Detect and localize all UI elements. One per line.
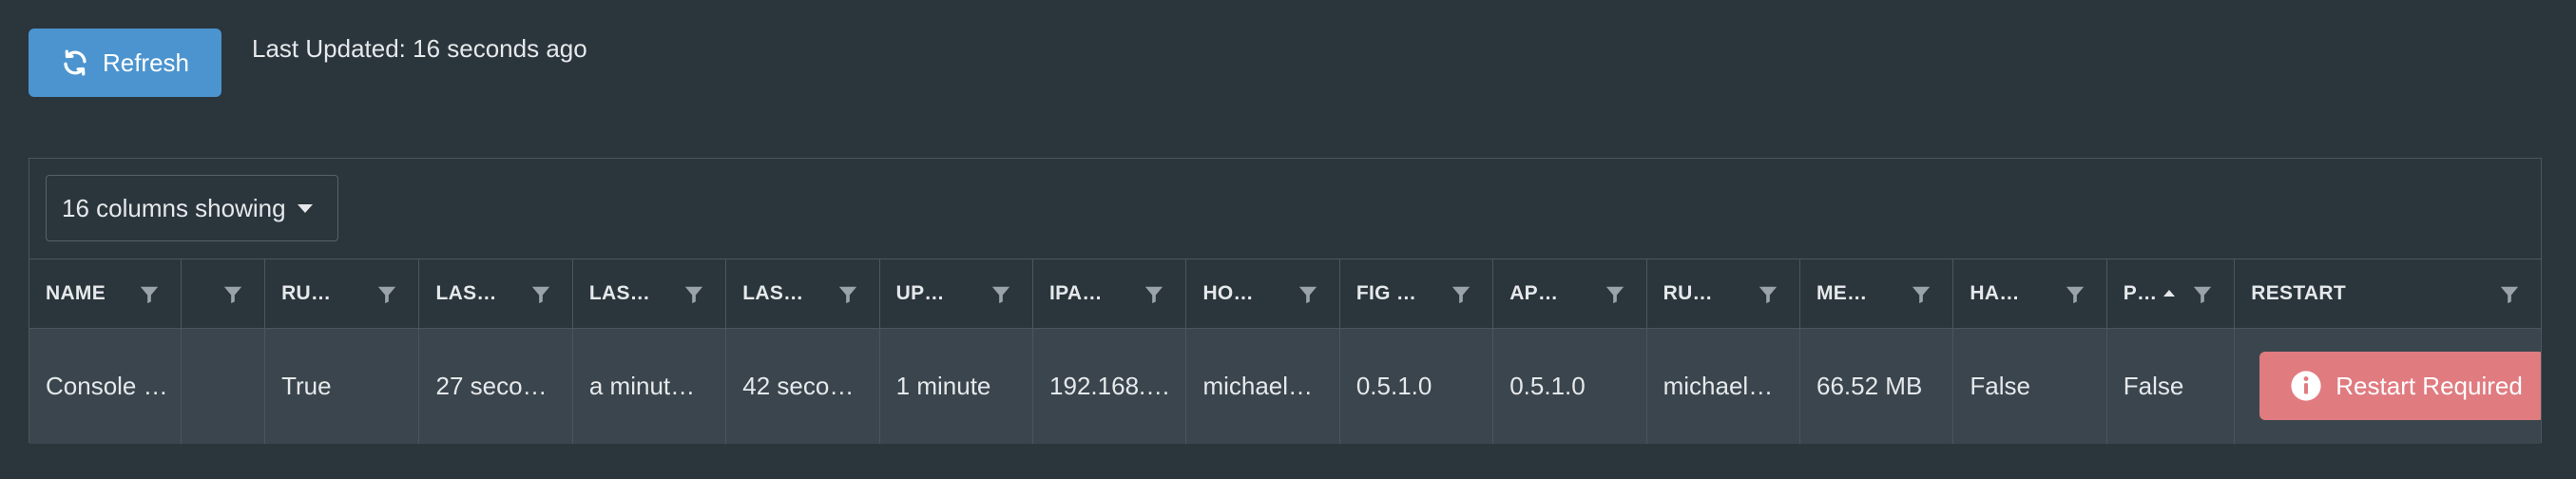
columns-dropdown[interactable]: 16 columns showing (46, 175, 338, 241)
cell-value: a minut… (588, 372, 696, 400)
filter-icon[interactable] (530, 284, 551, 305)
table-cell: True (265, 329, 420, 444)
table-cell: 66.52 MB (1800, 329, 1954, 444)
column-header[interactable]: LAS… (419, 259, 573, 329)
table-cell (182, 329, 266, 444)
filter-icon[interactable] (683, 284, 704, 305)
filter-icon[interactable] (2065, 284, 2086, 305)
cell-value: 192.168.… (1049, 372, 1171, 400)
cell-value: michael… (1663, 372, 1774, 400)
cell-value: 42 seco… (742, 372, 855, 400)
column-header-label: HO… (1202, 282, 1254, 304)
last-updated-text: Last Updated: 16 seconds ago (252, 34, 587, 63)
header-row: NAME RU… LAS… LAS… LAS… UP… IPA… HO… FIG … AP… RU…… (29, 259, 2541, 329)
column-header-label: ME… (1817, 282, 1868, 304)
table-cell: michael… (1647, 329, 1800, 444)
column-header[interactable]: HA… (1953, 259, 2107, 329)
restart-cell: Restart Required (2235, 329, 2541, 444)
filter-icon[interactable] (990, 284, 1011, 305)
column-header[interactable]: AP… (1493, 259, 1647, 329)
refresh-icon (61, 48, 89, 77)
table-cell: 0.5.1.0 (1493, 329, 1647, 444)
column-header-label: NAME (46, 282, 106, 304)
column-header[interactable]: HO… (1186, 259, 1340, 329)
column-header-label: RU… (1663, 282, 1713, 304)
restart-required-label: Restart Required (2336, 371, 2523, 400)
filter-icon[interactable] (222, 284, 243, 305)
table-cell: michael… (1186, 329, 1340, 444)
column-header-label: IPA… (1049, 282, 1103, 304)
sort-ascending-icon[interactable] (2163, 290, 2176, 297)
table-cell: Console … (29, 329, 183, 444)
table-row[interactable]: Console … True 27 seco… a minut… 42 seco… 1 m… (29, 329, 2541, 444)
filter-icon[interactable] (2499, 284, 2520, 305)
cell-value: 0.5.1.0 (1509, 372, 1586, 400)
cell-value: False (1970, 372, 2030, 400)
column-header[interactable]: FIG … (1339, 259, 1494, 329)
cell-value: False (2123, 372, 2184, 400)
column-header[interactable]: ME… (1800, 259, 1954, 329)
refresh-label: Refresh (102, 48, 190, 77)
column-header-label: P… (2123, 282, 2158, 304)
filter-icon[interactable] (1605, 284, 1625, 305)
column-header[interactable]: LAS… (572, 259, 727, 329)
column-header-label: FIG … (1355, 282, 1417, 304)
column-header-label: LAS… (742, 282, 804, 304)
table-cell: 1 minute (880, 329, 1034, 444)
data-table-panel: 16 columns showing NAME RU… LAS… LAS… LAS… UP… (29, 158, 2542, 444)
cell-value: 0.5.1.0 (1355, 372, 1432, 400)
filter-icon[interactable] (1298, 284, 1318, 305)
column-header[interactable]: P… (2106, 259, 2236, 329)
column-header-label: LAS… (588, 282, 651, 304)
column-header[interactable]: RESTART (2235, 259, 2541, 329)
cell-value: michael… (1202, 372, 1314, 400)
cell-value: 66.52 MB (1817, 372, 1923, 400)
cell-value: True (281, 372, 332, 400)
table-cell: a minut… (573, 329, 727, 444)
column-header-label: LAS… (435, 282, 497, 304)
table-cell: False (2107, 329, 2236, 444)
table-cell: 27 seco… (419, 329, 573, 444)
table-cell: 192.168.… (1033, 329, 1187, 444)
restart-required-button[interactable]: Restart Required (2259, 352, 2541, 420)
filter-icon[interactable] (1758, 284, 1778, 305)
table-cell: 0.5.1.0 (1340, 329, 1494, 444)
refresh-button[interactable]: Refresh (29, 29, 221, 97)
info-icon (2290, 370, 2322, 402)
column-toolbar: 16 columns showing (29, 159, 2541, 259)
cell-value: 27 seco… (435, 372, 548, 400)
columns-dropdown-label: 16 columns showing (62, 193, 286, 222)
cell-value: 1 minute (895, 372, 991, 400)
filter-icon[interactable] (1451, 284, 1471, 305)
filter-icon[interactable] (1144, 284, 1164, 305)
filter-icon[interactable] (2192, 284, 2213, 305)
filter-icon[interactable] (837, 284, 858, 305)
table-cell: False (1953, 329, 2107, 444)
filter-icon[interactable] (1911, 284, 1932, 305)
column-header[interactable]: NAME (29, 259, 183, 329)
column-header[interactable] (182, 259, 266, 329)
data-grid: NAME RU… LAS… LAS… LAS… UP… IPA… HO… FIG … AP… RU…… (29, 259, 2541, 444)
column-header[interactable]: RU… (265, 259, 420, 329)
column-header-label: HA… (1970, 282, 2020, 304)
filter-icon[interactable] (139, 284, 160, 305)
filter-icon[interactable] (376, 284, 397, 305)
column-header-label: RESTART (2251, 282, 2346, 304)
column-header[interactable]: IPA… (1033, 259, 1187, 329)
column-header[interactable]: RU… (1646, 259, 1800, 329)
column-header[interactable]: LAS… (726, 259, 880, 329)
column-header-label: AP… (1509, 282, 1559, 304)
cell-value: Console … (46, 372, 168, 400)
caret-down-icon (297, 203, 313, 213)
table-cell: 42 seco… (726, 329, 880, 444)
column-header-label: RU… (281, 282, 332, 304)
column-header[interactable]: UP… (879, 259, 1034, 329)
toolbar: Refresh Last Updated: 16 seconds ago (29, 29, 587, 97)
column-header-label: UP… (895, 282, 945, 304)
